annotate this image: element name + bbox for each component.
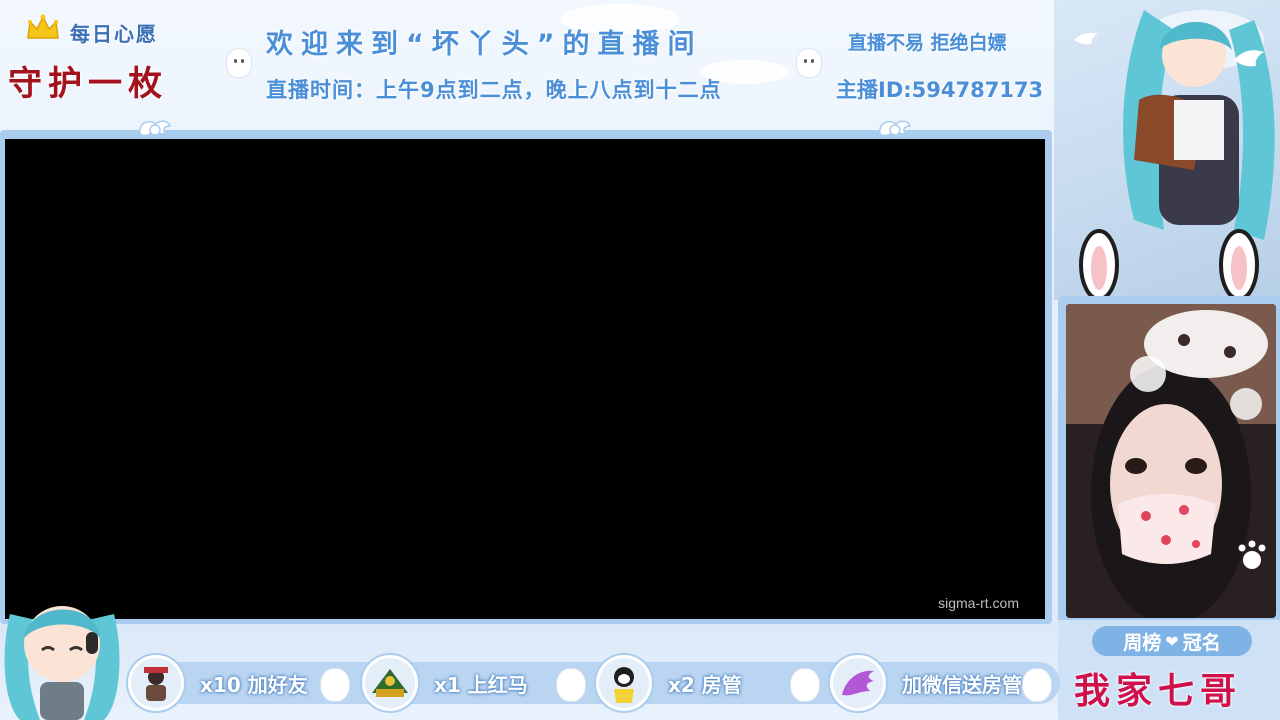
daily-wish: 每日心愿 守护一枚 [8, 8, 223, 118]
anime-artwork [1054, 0, 1280, 300]
welcome-title: 欢迎来到“坏丫头”的直播间 [266, 29, 703, 60]
tank-avatar-icon [362, 655, 418, 711]
gift-label: x10 加好友 [200, 672, 308, 697]
gift-item[interactable]: x1 上红马 [362, 654, 528, 712]
wish-value: 守护一枚 [8, 64, 168, 104]
chibi-mascot-icon [4, 606, 120, 720]
person-avatar-icon [128, 655, 184, 711]
main-video[interactable]: sigma-rt.com [5, 139, 1045, 619]
cat-icon [1022, 668, 1052, 702]
watermark: sigma-rt.com [938, 595, 1019, 611]
ranking-title-right: 冠名 [1182, 631, 1221, 654]
stream-hours: 直播时间：上午9点到二点，晚上八点到十二点 [266, 78, 722, 102]
cat-icon [790, 668, 820, 702]
penguin-avatar-icon [596, 655, 652, 711]
gift-item[interactable]: x10 加好友 [128, 654, 308, 712]
cat-icon [226, 48, 252, 78]
gift-label: x2 房管 [668, 672, 742, 697]
heart-icon: ❤ [1165, 631, 1179, 651]
gift-item[interactable]: x2 房管 [596, 654, 742, 712]
wing-avatar-icon [830, 655, 886, 711]
notice-text: 直播不易 拒绝白嫖 [848, 32, 1007, 54]
gift-label: x1 上红马 [434, 672, 528, 697]
overlay-stage: 每日心愿 守护一枚 欢迎来到“坏丫头”的直播间 直播时间：上午9点到二点，晚上八… [0, 0, 1280, 720]
cat-icon [556, 668, 586, 702]
streamer-face [1066, 304, 1276, 618]
ranking-title-left: 周榜 [1123, 631, 1162, 654]
cat-icon [320, 668, 350, 702]
crown-icon [27, 14, 59, 39]
webcam-video[interactable] [1066, 304, 1276, 618]
streamer-id: 主播ID:594787173 [836, 78, 1044, 102]
ranking-title: 周榜 ❤ 冠名 [1092, 626, 1252, 656]
ranking-name: 我家七哥 [1074, 670, 1243, 712]
wing-icon [879, 120, 912, 137]
wing-icon [139, 120, 172, 137]
cat-icon [796, 48, 822, 78]
gift-label: 加微信送房管 [902, 672, 1022, 697]
wish-label: 每日心愿 [70, 22, 158, 46]
gift-item[interactable]: 加微信送房管 [830, 654, 1022, 712]
anime-girl-illustration [1074, 10, 1275, 300]
